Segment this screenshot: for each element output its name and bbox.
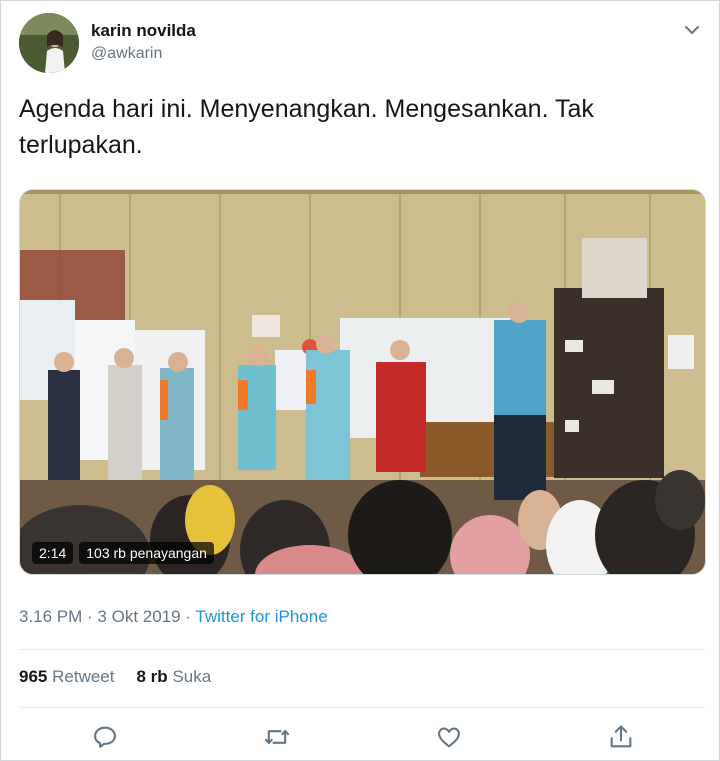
tweet-stats: 965 Retweet 8 rb Suka <box>19 667 211 687</box>
tweet-actions <box>1 719 720 755</box>
divider <box>19 707 705 708</box>
reply-icon[interactable] <box>91 723 119 751</box>
video-view-count: 103 rb penayangan <box>79 542 214 564</box>
like-label: Suka <box>172 667 212 686</box>
retweet-label: Retweet <box>52 667 115 686</box>
tweet-meta: 3.16 PM · 3 Okt 2019 · Twitter for iPhon… <box>19 607 328 627</box>
tweet-text: Agenda hari ini. Menyenangkan. Mengesank… <box>19 95 594 159</box>
tweet-source[interactable]: Twitter for iPhone <box>195 607 327 626</box>
tweet-timestamp[interactable]: 3.16 PM · 3 Okt 2019 · <box>19 607 195 626</box>
tweet-card: karin novilda @awkarin Agenda hari ini. … <box>0 0 720 761</box>
video-duration: 2:14 <box>32 542 74 564</box>
chevron-down-icon[interactable] <box>681 19 703 41</box>
video-thumbnail <box>20 190 705 574</box>
like-stat[interactable]: 8 rb Suka <box>136 667 211 687</box>
like-count: 8 rb <box>136 667 168 686</box>
avatar[interactable] <box>19 13 79 73</box>
retweet-icon[interactable] <box>263 723 291 751</box>
retweet-count: 965 <box>19 667 48 686</box>
display-name[interactable]: karin novilda <box>91 21 196 41</box>
retweet-stat[interactable]: 965 Retweet <box>19 667 114 687</box>
heart-icon[interactable] <box>435 723 463 751</box>
share-icon[interactable] <box>607 723 635 751</box>
video-player[interactable]: 2:14 103 rb penayangan <box>19 189 706 575</box>
divider <box>19 649 705 650</box>
video-badges: 2:14 103 rb penayangan <box>32 542 214 564</box>
tweet-header: karin novilda @awkarin <box>19 13 703 75</box>
user-handle[interactable]: @awkarin <box>91 45 162 63</box>
